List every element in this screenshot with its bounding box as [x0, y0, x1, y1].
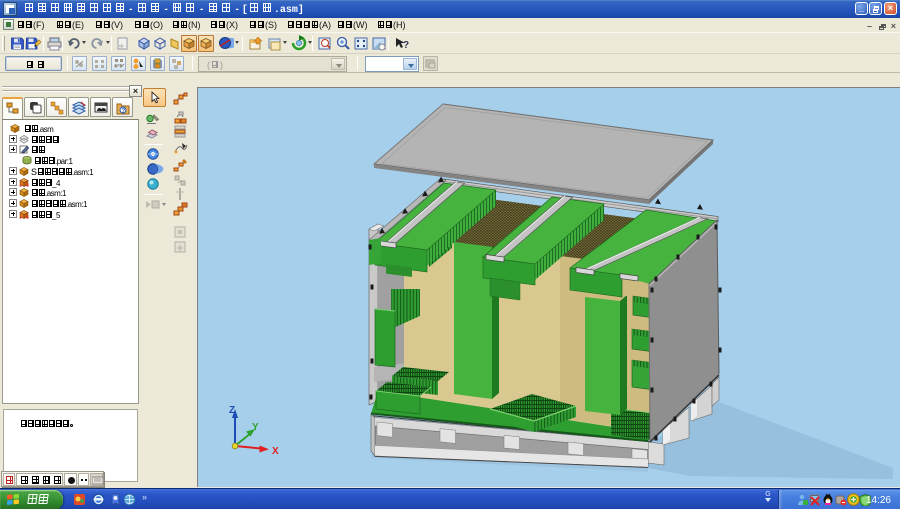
- svg-text:?: ?: [122, 109, 126, 115]
- svg-text:Z: Z: [229, 405, 235, 416]
- svg-text:?: ?: [403, 40, 409, 51]
- svg-text:X: X: [272, 446, 279, 457]
- svg-text:Y: Y: [252, 422, 259, 433]
